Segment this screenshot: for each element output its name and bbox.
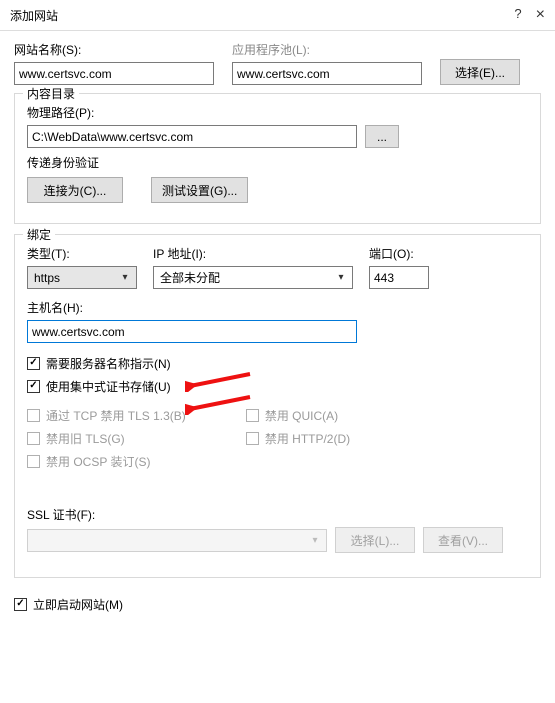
ip-select[interactable]: 全部未分配 ▾ <box>153 266 353 289</box>
checkbox-icon <box>27 409 40 422</box>
window-title: 添加网站 <box>10 7 58 24</box>
close-icon[interactable]: × <box>536 6 545 24</box>
cb-ccs-label: 使用集中式证书存储(U) <box>46 378 171 395</box>
type-label: 类型(T): <box>27 245 137 262</box>
cb-quic-row: 禁用 QUIC(A) <box>246 407 350 424</box>
cb-http2-row: 禁用 HTTP/2(D) <box>246 430 350 447</box>
type-select[interactable]: https ▾ <box>27 266 137 289</box>
select-app-pool-button[interactable]: 选择(E)... <box>440 59 520 85</box>
ssl-select-button: 选择(L)... <box>335 527 415 553</box>
cb-sni-label: 需要服务器名称指示(N) <box>46 355 171 372</box>
checkbox-icon <box>246 409 259 422</box>
site-name-input[interactable] <box>14 62 214 85</box>
test-settings-button[interactable]: 测试设置(G)... <box>151 177 248 203</box>
physical-path-input[interactable] <box>27 125 357 148</box>
help-icon[interactable]: ? <box>514 6 521 24</box>
cb-ccs-row[interactable]: 使用集中式证书存储(U) <box>27 378 528 395</box>
cb-oldtls-label: 禁用旧 TLS(G) <box>46 430 125 447</box>
site-name-label: 网站名称(S): <box>14 41 214 58</box>
connect-as-button[interactable]: 连接为(C)... <box>27 177 123 203</box>
start-site-row[interactable]: 立即启动网站(M) <box>0 588 555 621</box>
app-pool-input[interactable] <box>232 62 422 85</box>
binding-fieldset: 绑定 类型(T): https ▾ IP 地址(I): 全部未分配 ▾ 端口(O… <box>14 234 541 578</box>
title-bar: 添加网站 ? × <box>0 0 555 31</box>
window-controls: ? × <box>514 6 545 24</box>
cb-quic-label: 禁用 QUIC(A) <box>265 407 338 424</box>
checkbox-icon <box>27 432 40 445</box>
type-value: https <box>34 271 60 285</box>
ssl-cert-label: SSL 证书(F): <box>27 506 528 523</box>
host-input[interactable] <box>27 320 357 343</box>
start-site-label: 立即启动网站(M) <box>33 596 123 613</box>
physical-path-label: 物理路径(P): <box>27 104 528 121</box>
ssl-view-button: 查看(V)... <box>423 527 503 553</box>
ssl-cert-select: ▾ <box>27 529 327 552</box>
cb-ocsp-label: 禁用 OCSP 装订(S) <box>46 453 150 470</box>
checkbox-icon <box>27 455 40 468</box>
app-pool-label: 应用程序池(L): <box>232 41 422 58</box>
checkbox-icon <box>246 432 259 445</box>
ip-label: IP 地址(I): <box>153 245 353 262</box>
port-input[interactable] <box>369 266 429 289</box>
browse-button[interactable]: ... <box>365 125 399 148</box>
cb-sni-row[interactable]: 需要服务器名称指示(N) <box>27 355 528 372</box>
cb-oldtls-row: 禁用旧 TLS(G) <box>27 430 186 447</box>
binding-legend: 绑定 <box>23 226 55 243</box>
port-label: 端口(O): <box>369 245 429 262</box>
content-dir-fieldset: 内容目录 物理路径(P): ... 传递身份验证 连接为(C)... 测试设置(… <box>14 93 541 224</box>
cb-http2-label: 禁用 HTTP/2(D) <box>265 430 350 447</box>
passthrough-label: 传递身份验证 <box>27 154 528 171</box>
chevron-down-icon: ▾ <box>116 267 134 288</box>
cb-tls13-row: 通过 TCP 禁用 TLS 1.3(B) <box>27 407 186 424</box>
cb-tls13-label: 通过 TCP 禁用 TLS 1.3(B) <box>46 407 186 424</box>
host-label: 主机名(H): <box>27 299 528 316</box>
content-dir-legend: 内容目录 <box>23 85 79 102</box>
chevron-down-icon: ▾ <box>306 530 324 551</box>
checkbox-checked-icon <box>14 598 27 611</box>
cb-ocsp-row: 禁用 OCSP 装订(S) <box>27 453 186 470</box>
chevron-down-icon: ▾ <box>332 267 350 288</box>
top-row: 网站名称(S): 应用程序池(L): 选择(E)... <box>14 41 541 85</box>
dialog-body: 网站名称(S): 应用程序池(L): 选择(E)... 内容目录 物理路径(P)… <box>0 31 555 578</box>
ip-value: 全部未分配 <box>160 269 220 286</box>
checkbox-checked-icon <box>27 357 40 370</box>
checkbox-checked-icon <box>27 380 40 393</box>
